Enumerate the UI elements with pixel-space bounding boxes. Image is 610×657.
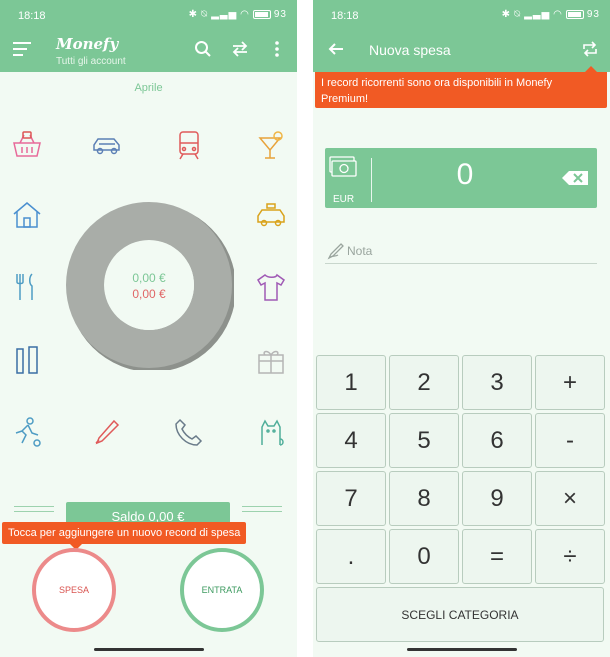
app-title: Monefy <box>56 35 119 53</box>
add-expense-button[interactable]: SPESA <box>32 548 116 632</box>
screen-title: Nuova spesa <box>369 42 451 58</box>
phone-icon[interactable] <box>172 415 206 449</box>
gesture-bar[interactable] <box>93 648 204 651</box>
key-decimal[interactable]: . <box>316 529 386 584</box>
account-selector[interactable]: Tutti gli account <box>56 56 126 67</box>
system-icons: ✱ ⍉ ▂▃▅ ◠ 93 <box>502 9 600 20</box>
taxi-icon[interactable] <box>254 198 288 232</box>
cat-icon[interactable] <box>254 415 288 449</box>
income-total: 0,00 € <box>132 271 166 285</box>
add-income-button[interactable]: ENTRATA <box>180 548 264 632</box>
back-arrow-icon[interactable] <box>325 38 347 60</box>
mute-icon: ⍉ <box>201 9 209 20</box>
menu-icon[interactable] <box>10 38 34 60</box>
amount-display: EUR 0 <box>325 148 597 208</box>
key-4[interactable]: 4 <box>316 413 386 468</box>
status-bar: 18:18 ✱ ⍉ ▂▃▅ ◠ 93 <box>0 0 297 30</box>
home-screen: 18:18 ✱ ⍉ ▂▃▅ ◠ 93 Monefy Tutti gli acco… <box>0 0 297 657</box>
add-expense-tooltip[interactable]: Tocca per aggiungere un nuovo record di … <box>2 522 247 550</box>
recurring-icon[interactable] <box>579 38 601 60</box>
status-time: 18:18 <box>331 10 359 22</box>
status-time: 18:18 <box>18 10 46 22</box>
key-1[interactable]: 1 <box>316 355 386 410</box>
amount-divider <box>371 158 372 202</box>
cocktail-icon[interactable] <box>254 128 288 162</box>
account-cash-icon[interactable] <box>329 154 357 180</box>
car-icon[interactable] <box>90 128 124 162</box>
key-plus[interactable]: + <box>535 355 605 410</box>
thermometer-icon[interactable] <box>90 415 124 449</box>
key-minus[interactable]: - <box>535 413 605 468</box>
key-9[interactable]: 9 <box>462 471 532 526</box>
key-3[interactable]: 3 <box>462 355 532 410</box>
cutlery-icon[interactable] <box>10 270 44 304</box>
bluetooth-icon: ✱ <box>188 9 199 20</box>
balance-divider-left <box>14 506 54 518</box>
key-2[interactable]: 2 <box>389 355 459 410</box>
key-5[interactable]: 5 <box>389 413 459 468</box>
signal-icon: ▂▃▅ <box>211 9 238 20</box>
toiletries-icon[interactable] <box>10 343 44 377</box>
mute-icon: ⍉ <box>514 9 522 20</box>
battery-level: 93 <box>586 9 600 20</box>
more-options-icon[interactable] <box>266 38 288 60</box>
key-equals[interactable]: = <box>462 529 532 584</box>
wifi-icon: ◠ <box>240 9 250 20</box>
month-label[interactable]: Aprile <box>0 82 297 94</box>
battery-level: 93 <box>273 9 287 20</box>
house-icon[interactable] <box>10 198 44 232</box>
search-icon[interactable] <box>192 38 214 60</box>
balance-divider-right <box>242 506 282 518</box>
gift-icon[interactable] <box>254 343 288 377</box>
expense-total: 0,00 € <box>132 287 166 301</box>
key-7[interactable]: 7 <box>316 471 386 526</box>
key-multiply[interactable]: × <box>535 471 605 526</box>
train-icon[interactable] <box>172 128 206 162</box>
wifi-icon: ◠ <box>553 9 563 20</box>
key-divide[interactable]: ÷ <box>535 529 605 584</box>
app-bar: 18:18 ✱ ⍉ ▂▃▅ ◠ 93 Nuova spesa <box>313 0 610 72</box>
premium-notice[interactable]: I record ricorrenti sono ora disponibili… <box>315 66 607 108</box>
note-placeholder: Nota <box>347 244 373 258</box>
battery-icon <box>565 10 584 19</box>
backspace-icon[interactable] <box>561 170 589 186</box>
currency-label: EUR <box>333 194 355 205</box>
app-bar: 18:18 ✱ ⍉ ▂▃▅ ◠ 93 Monefy Tutti gli acco… <box>0 0 297 72</box>
sports-icon[interactable] <box>10 415 44 449</box>
bluetooth-icon: ✱ <box>501 9 512 20</box>
signal-icon: ▂▃▅ <box>524 9 551 20</box>
amount-value: 0 <box>456 158 474 191</box>
donut-totals: 0,00 € 0,00 € <box>64 270 234 302</box>
new-expense-screen: 18:18 ✱ ⍉ ▂▃▅ ◠ 93 Nuova spesa I record … <box>313 0 610 657</box>
choose-category-button[interactable]: SCEGLI CATEGORIA <box>316 587 604 642</box>
pen-icon <box>327 242 345 260</box>
tshirt-icon[interactable] <box>254 270 288 304</box>
note-field[interactable]: Nota <box>325 240 597 264</box>
key-0[interactable]: 0 <box>389 529 459 584</box>
basket-icon[interactable] <box>10 128 44 162</box>
battery-icon <box>252 10 271 19</box>
key-8[interactable]: 8 <box>389 471 459 526</box>
key-6[interactable]: 6 <box>462 413 532 468</box>
transfer-icon[interactable] <box>229 38 251 60</box>
gesture-bar[interactable] <box>406 648 517 651</box>
status-bar: 18:18 ✱ ⍉ ▂▃▅ ◠ 93 <box>313 0 610 30</box>
system-icons: ✱ ⍉ ▂▃▅ ◠ 93 <box>189 9 287 20</box>
